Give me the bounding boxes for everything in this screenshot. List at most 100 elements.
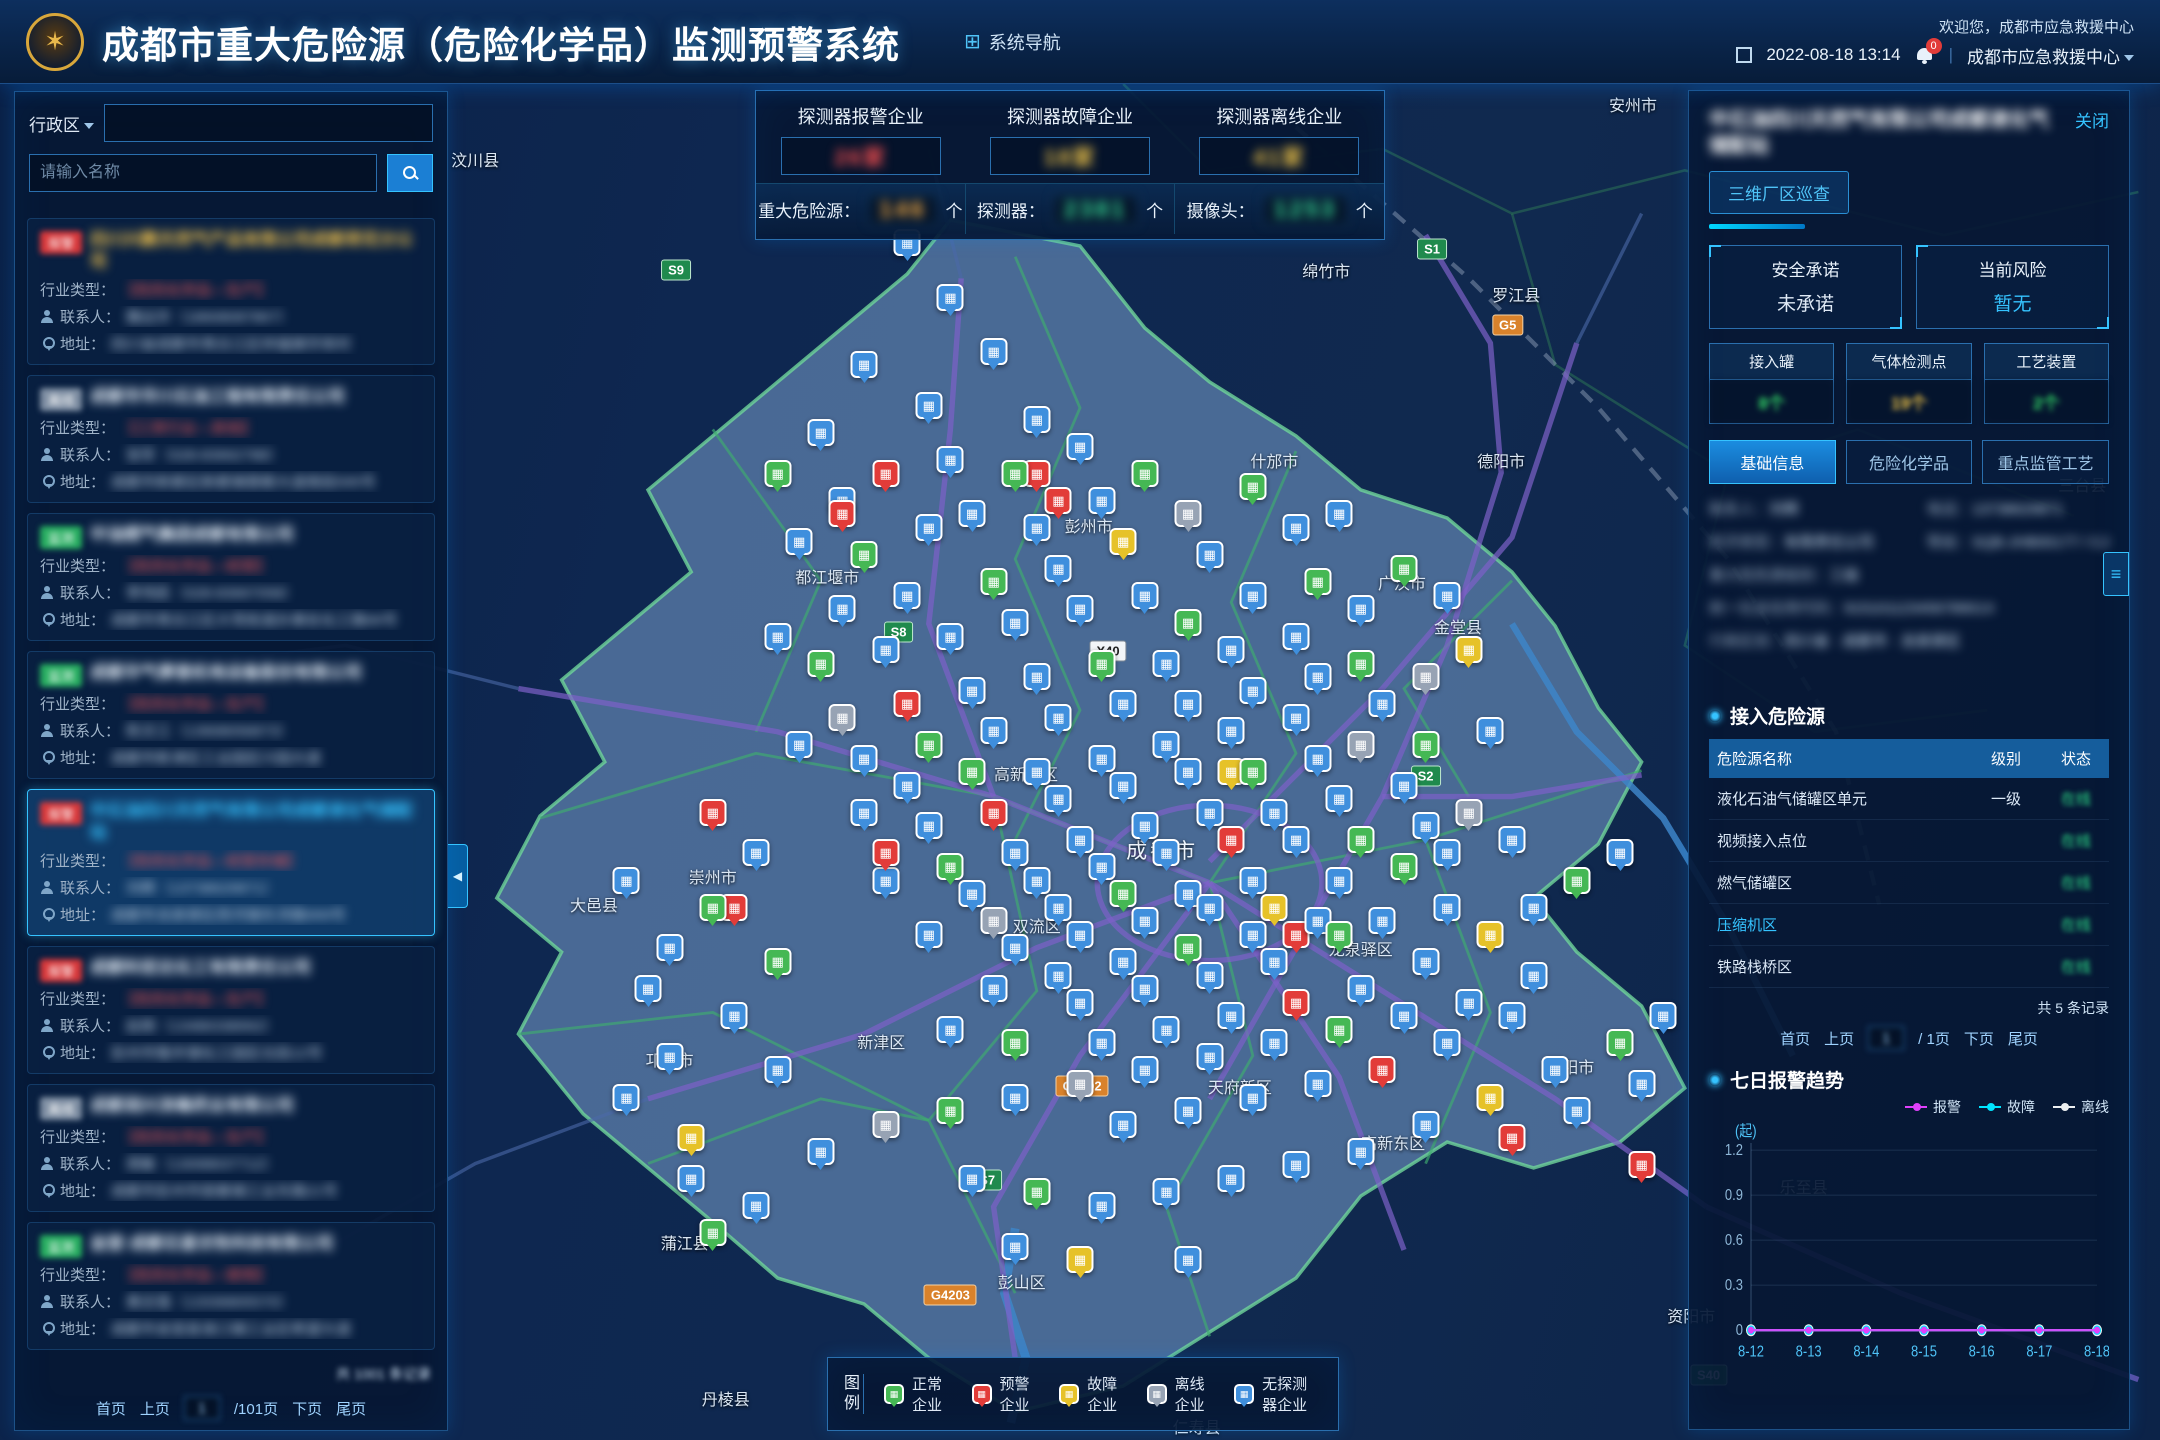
map-marker[interactable]	[1412, 663, 1439, 690]
map-marker[interactable]	[1002, 609, 1029, 636]
map-marker[interactable]	[1175, 758, 1202, 785]
map-marker[interactable]	[1434, 582, 1461, 609]
map-marker[interactable]	[937, 1097, 964, 1124]
map-marker[interactable]	[1261, 1029, 1288, 1056]
map-marker[interactable]	[1218, 636, 1245, 663]
map-marker[interactable]	[1067, 989, 1094, 1016]
map-marker[interactable]	[1326, 921, 1353, 948]
map-marker[interactable]	[678, 1165, 705, 1192]
map-marker[interactable]	[1175, 1246, 1202, 1273]
map-marker[interactable]	[1304, 1070, 1331, 1097]
map-marker[interactable]	[1023, 514, 1050, 541]
map-marker[interactable]	[959, 677, 986, 704]
map-marker[interactable]	[1002, 460, 1029, 487]
map-marker[interactable]	[1261, 894, 1288, 921]
map-marker[interactable]	[829, 595, 856, 622]
map-marker[interactable]	[1520, 894, 1547, 921]
search-input[interactable]	[29, 154, 377, 192]
map-marker[interactable]	[1002, 1029, 1029, 1056]
map-marker[interactable]	[1607, 839, 1634, 866]
map-marker[interactable]	[851, 744, 878, 771]
notification-bell-icon[interactable]: 0	[1915, 45, 1935, 65]
map-marker[interactable]	[1023, 663, 1050, 690]
map-marker[interactable]	[1218, 1165, 1245, 1192]
map-marker[interactable]	[894, 582, 921, 609]
map-marker[interactable]	[1391, 1002, 1418, 1029]
tab-基础信息[interactable]: 基础信息	[1709, 440, 1836, 484]
map-marker[interactable]	[721, 1002, 748, 1029]
map-marker[interactable]	[1218, 826, 1245, 853]
map-marker[interactable]	[1412, 731, 1439, 758]
map-marker[interactable]	[764, 460, 791, 487]
tab-重点监管工艺[interactable]: 重点监管工艺	[1982, 440, 2109, 484]
map-marker[interactable]	[1002, 839, 1029, 866]
map-marker[interactable]	[851, 541, 878, 568]
map-marker[interactable]	[1347, 595, 1374, 622]
page-prev[interactable]: 上页	[1824, 1028, 1854, 1049]
map-marker[interactable]	[1304, 744, 1331, 771]
map-marker[interactable]	[1369, 907, 1396, 934]
map-marker[interactable]	[915, 731, 942, 758]
map-marker[interactable]	[1347, 731, 1374, 758]
map-marker[interactable]	[915, 921, 942, 948]
page-last[interactable]: 尾页	[2008, 1028, 2038, 1049]
map-marker[interactable]	[1045, 961, 1072, 988]
map-marker[interactable]	[1239, 867, 1266, 894]
table-row[interactable]: 燃气储罐区在线	[1709, 862, 2109, 904]
map-marker[interactable]	[872, 1111, 899, 1138]
map-marker[interactable]	[959, 880, 986, 907]
map-marker[interactable]	[1347, 1138, 1374, 1165]
map-marker[interactable]	[1088, 1192, 1115, 1219]
map-marker[interactable]	[980, 799, 1007, 826]
map-marker[interactable]	[1045, 785, 1072, 812]
system-nav-button[interactable]: ⊞ 系统导航	[964, 29, 1061, 55]
map-marker[interactable]	[1326, 785, 1353, 812]
map-marker[interactable]	[937, 622, 964, 649]
map-marker[interactable]	[1520, 961, 1547, 988]
plant-tour-button[interactable]: 三维厂区巡查	[1709, 171, 1849, 214]
map-marker[interactable]	[1628, 1151, 1655, 1178]
map-marker[interactable]	[1023, 405, 1050, 432]
map-marker[interactable]	[764, 948, 791, 975]
map-marker[interactable]	[1499, 826, 1526, 853]
map-marker[interactable]	[1110, 528, 1137, 555]
map-marker[interactable]	[1477, 717, 1504, 744]
map-marker[interactable]	[829, 704, 856, 731]
map-marker[interactable]	[937, 283, 964, 310]
map-marker[interactable]	[1434, 1029, 1461, 1056]
map-marker[interactable]	[894, 772, 921, 799]
map-marker[interactable]	[1175, 500, 1202, 527]
map-marker[interactable]	[980, 717, 1007, 744]
map-marker[interactable]	[1196, 541, 1223, 568]
map-marker[interactable]	[743, 1192, 770, 1219]
map-marker[interactable]	[937, 1016, 964, 1043]
map-marker[interactable]	[786, 731, 813, 758]
map-marker[interactable]	[613, 867, 640, 894]
page-first[interactable]: 首页	[96, 1398, 126, 1419]
page-next[interactable]: 下页	[1964, 1028, 1994, 1049]
map-marker[interactable]	[1023, 1178, 1050, 1205]
map-marker[interactable]	[851, 351, 878, 378]
close-button[interactable]: 关闭	[2075, 107, 2109, 132]
map-marker[interactable]	[1607, 1029, 1634, 1056]
sidebar-collapse-handle[interactable]: ◀	[448, 844, 468, 908]
map-marker[interactable]	[786, 528, 813, 555]
map-marker[interactable]	[1391, 853, 1418, 880]
map-marker[interactable]	[1045, 487, 1072, 514]
map-marker[interactable]	[1196, 1043, 1223, 1070]
map-marker[interactable]	[1239, 473, 1266, 500]
map-marker[interactable]	[1088, 487, 1115, 514]
tab-危险化学品[interactable]: 危险化学品	[1846, 440, 1973, 484]
map-marker[interactable]	[1131, 907, 1158, 934]
map-marker[interactable]	[1369, 690, 1396, 717]
map-marker[interactable]	[872, 636, 899, 663]
map-marker[interactable]	[980, 568, 1007, 595]
map-marker[interactable]	[1283, 989, 1310, 1016]
map-marker[interactable]	[1283, 622, 1310, 649]
map-marker[interactable]	[1153, 1178, 1180, 1205]
map-marker[interactable]	[872, 460, 899, 487]
company-card[interactable]: 离线 成都润兴消毒药业有限公司 行业类型：【危险化学品—生产】 联系人：周敏（1…	[27, 1084, 435, 1212]
map-marker[interactable]	[1088, 853, 1115, 880]
map-marker[interactable]	[1261, 799, 1288, 826]
map-marker[interactable]	[1347, 975, 1374, 1002]
